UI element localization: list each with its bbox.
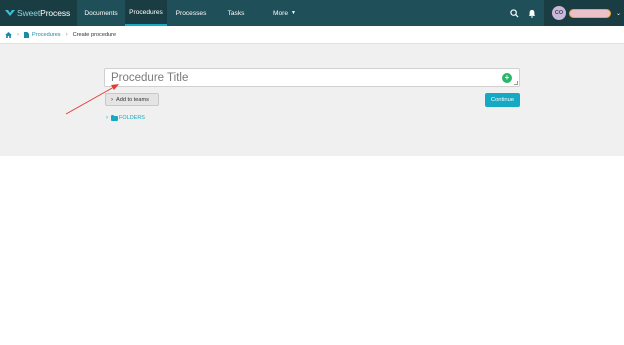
resize-handle-icon[interactable] [514, 81, 518, 85]
breadcrumb-separator: › [17, 31, 19, 38]
add-circle-icon[interactable]: + [502, 73, 512, 83]
create-procedure-panel: + › Add to teams Continue › FOLDERS [0, 44, 624, 156]
bell-icon[interactable] [526, 7, 538, 19]
app-logo[interactable]: SweetProcess [0, 0, 77, 26]
avatar: CO [552, 6, 566, 20]
chevron-down-icon: ▼ [291, 10, 296, 16]
continue-button[interactable]: Continue [485, 93, 520, 107]
nav-more[interactable]: More ▼ [257, 0, 312, 26]
logo-text: SweetProcess [17, 8, 71, 18]
breadcrumb: › Procedures › Create procedure [0, 26, 624, 44]
chevron-right-icon: › [111, 96, 113, 103]
folder-icon [111, 114, 118, 121]
chevron-down-icon: ⌄ [616, 10, 622, 17]
nav-tasks[interactable]: Tasks [215, 0, 257, 26]
user-menu[interactable]: CO ⌄ [544, 0, 624, 26]
document-icon [24, 31, 29, 38]
breadcrumb-current: Create procedure [72, 31, 117, 38]
procedure-title-field[interactable]: + [104, 68, 520, 87]
home-icon[interactable] [5, 31, 12, 38]
folders-toggle[interactable]: › FOLDERS [106, 114, 145, 121]
top-icons [508, 0, 544, 26]
nav-processes[interactable]: Processes [167, 0, 215, 26]
add-to-teams-button[interactable]: › Add to teams [105, 93, 159, 106]
chevron-right-icon: › [106, 115, 108, 121]
nav-procedures[interactable]: Procedures [125, 0, 167, 26]
main-nav: Documents Procedures Processes Tasks Mor… [77, 0, 312, 26]
logo-mark-icon [5, 10, 15, 16]
nav-documents[interactable]: Documents [77, 0, 125, 26]
breadcrumb-separator: › [65, 31, 68, 38]
search-icon[interactable] [508, 7, 520, 19]
breadcrumb-procedures[interactable]: Procedures [24, 31, 61, 38]
user-name-redacted [569, 8, 611, 18]
procedure-title-input[interactable] [111, 71, 491, 84]
top-navbar: SweetProcess Documents Procedures Proces… [0, 0, 624, 26]
